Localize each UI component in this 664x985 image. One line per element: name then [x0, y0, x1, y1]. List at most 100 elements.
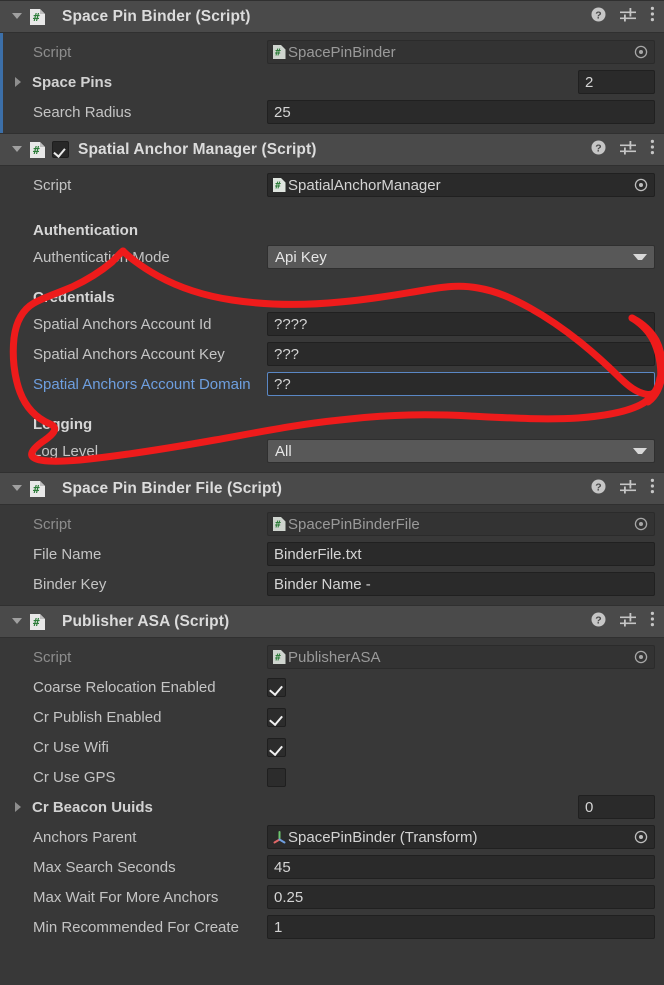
chevron-down-icon[interactable] — [9, 481, 25, 497]
svg-text:#: # — [33, 616, 40, 629]
row-log-level: Log Level All — [9, 436, 655, 466]
object-picker-icon[interactable] — [630, 513, 652, 535]
input-value: 25 — [274, 103, 291, 121]
component-enabled-checkbox[interactable] — [52, 141, 69, 158]
component-title: Space Pin Binder File (Script) — [62, 479, 283, 497]
field-label: Max Search Seconds — [33, 858, 176, 876]
search-radius-input[interactable]: 25 — [267, 100, 655, 124]
preset-sliders-icon[interactable] — [620, 612, 636, 632]
component-publisher-asa: # Publisher ASA (Script) ? Script # Publ… — [0, 605, 664, 948]
field-label: Script — [33, 648, 72, 666]
row-max-wait-for-more-anchors: Max Wait For More Anchors 0.25 — [9, 882, 655, 912]
kebab-menu-icon[interactable] — [650, 139, 655, 160]
chevron-down-icon — [633, 254, 647, 260]
svg-text:#: # — [33, 483, 40, 496]
section-label: Logging — [33, 416, 93, 433]
preset-sliders-icon[interactable] — [620, 140, 636, 160]
component-header-space-pin-binder-file[interactable]: # Space Pin Binder File (Script) ? — [0, 472, 664, 505]
chevron-right-icon[interactable] — [10, 74, 26, 90]
file-name-input[interactable]: BinderFile.txt — [267, 542, 655, 566]
input-value: Binder Name - — [274, 575, 371, 593]
cs-script-icon: # — [29, 480, 46, 498]
input-value: 0.25 — [274, 888, 304, 906]
row-spatial-anchors-account-domain: Spatial Anchors Account Domain ?? — [9, 369, 655, 399]
max-wait-for-more-anchors-input[interactable]: 0.25 — [267, 885, 655, 909]
input-value: ???? — [274, 315, 308, 333]
component-body-spatial-anchor-manager: Script # SpatialAnchorManager Authentica… — [0, 166, 664, 472]
chevron-right-icon[interactable] — [10, 799, 26, 815]
spatial-anchors-account-id-input[interactable]: ???? — [267, 312, 655, 336]
field-label: Coarse Relocation Enabled — [33, 678, 216, 696]
component-title: Publisher ASA (Script) — [62, 612, 230, 630]
component-header-space-pin-binder[interactable]: # Space Pin Binder (Script) ? — [0, 0, 664, 33]
component-header-actions: ? — [591, 473, 655, 504]
help-icon[interactable]: ? — [591, 612, 606, 632]
kebab-menu-icon[interactable] — [650, 6, 655, 27]
component-space-pin-binder: # Space Pin Binder (Script) ? Script # S… — [0, 0, 664, 137]
object-field-value: SpatialAnchorManager — [288, 176, 441, 194]
object-picker-icon[interactable] — [630, 174, 652, 196]
svg-text:#: # — [275, 181, 281, 192]
component-spatial-anchor-manager: # Spatial Anchor Manager (Script) ? Scri… — [0, 133, 664, 472]
input-value: 1 — [274, 918, 283, 936]
cr-publish-enabled-checkbox[interactable] — [267, 707, 286, 727]
component-header-publisher-asa[interactable]: # Publisher ASA (Script) ? — [0, 605, 664, 638]
coarse-relocation-enabled-checkbox[interactable] — [267, 677, 286, 697]
object-picker-icon[interactable] — [630, 646, 652, 668]
script-object-field[interactable]: # SpatialAnchorManager — [267, 173, 655, 197]
script-object-field[interactable]: # SpacePinBinder — [267, 40, 655, 64]
binder-key-input[interactable]: Binder Name - — [267, 572, 655, 596]
field-label: Spatial Anchors Account Id — [33, 315, 212, 333]
array-size-input[interactable]: 0 — [578, 795, 655, 819]
log-level-dropdown[interactable]: All — [267, 439, 655, 463]
min-recommended-for-create-input[interactable]: 1 — [267, 915, 655, 939]
help-icon[interactable]: ? — [591, 140, 606, 160]
kebab-menu-icon[interactable] — [650, 478, 655, 499]
cs-script-icon: # — [29, 613, 46, 631]
chevron-down-icon[interactable] — [9, 614, 25, 630]
chevron-down-icon[interactable] — [9, 9, 25, 25]
object-picker-icon[interactable] — [630, 41, 652, 63]
component-title: Spatial Anchor Manager (Script) — [78, 140, 317, 158]
object-field-value: SpacePinBinderFile — [288, 515, 420, 533]
anchors-parent-object-field[interactable]: SpacePinBinder (Transform) — [267, 825, 655, 849]
svg-text:#: # — [33, 11, 40, 24]
component-header-spatial-anchor-manager[interactable]: # Spatial Anchor Manager (Script) ? — [0, 133, 664, 166]
cr-use-gps-checkbox[interactable] — [267, 767, 286, 787]
cs-script-icon: # — [29, 141, 46, 159]
row-script: Script # SpatialAnchorManager — [9, 170, 655, 200]
row-authentication-mode: Authentication Mode Api Key — [9, 242, 655, 272]
authentication-mode-dropdown[interactable]: Api Key — [267, 245, 655, 269]
component-body-space-pin-binder: Script # SpacePinBinder Space Pins 2 Sea — [0, 33, 664, 133]
row-anchors-parent: Anchors Parent SpacePinBinder (Transform… — [9, 822, 655, 852]
object-field-value: SpacePinBinder — [288, 43, 396, 61]
preset-sliders-icon[interactable] — [620, 7, 636, 27]
svg-text:#: # — [275, 520, 281, 531]
array-size-input[interactable]: 2 — [578, 70, 655, 94]
field-label[interactable]: Spatial Anchors Account Domain — [9, 376, 267, 393]
cs-script-icon: # — [272, 516, 287, 532]
preset-sliders-icon[interactable] — [620, 479, 636, 499]
cr-use-wifi-checkbox[interactable] — [267, 737, 286, 757]
row-cr-use-wifi: Cr Use Wifi — [9, 732, 655, 762]
spatial-anchors-account-domain-input[interactable]: ?? — [267, 372, 655, 396]
dropdown-value: Api Key — [275, 248, 327, 266]
object-picker-icon[interactable] — [630, 826, 652, 848]
chevron-down-icon[interactable] — [9, 142, 25, 158]
help-icon[interactable]: ? — [591, 479, 606, 499]
kebab-menu-icon[interactable] — [650, 611, 655, 632]
row-cr-beacon-uuids: Cr Beacon Uuids 0 — [9, 792, 655, 822]
max-search-seconds-input[interactable]: 45 — [267, 855, 655, 879]
script-object-field[interactable]: # PublisherASA — [267, 645, 655, 669]
chevron-down-icon — [633, 448, 647, 454]
spatial-anchors-account-key-input[interactable]: ??? — [267, 342, 655, 366]
row-min-recommended-for-create: Min Recommended For Create 1 — [9, 912, 655, 942]
component-body-space-pin-binder-file: Script # SpacePinBinderFile File Name Bi… — [0, 505, 664, 605]
section-credentials: Credentials — [9, 277, 655, 309]
field-label: Cr Use GPS — [33, 768, 116, 786]
field-label: Space Pins — [32, 73, 113, 91]
script-object-field[interactable]: # SpacePinBinderFile — [267, 512, 655, 536]
field-label: Script — [33, 43, 72, 61]
field-label: Cr Publish Enabled — [33, 708, 162, 726]
help-icon[interactable]: ? — [591, 7, 606, 27]
